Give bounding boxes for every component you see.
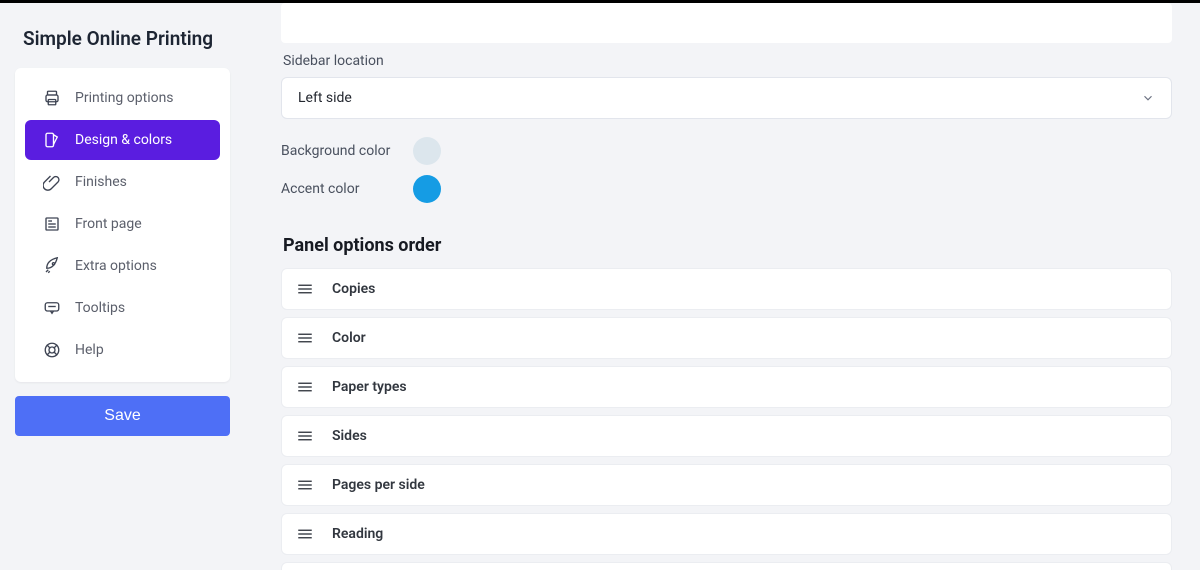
- sidebar-item-label: Front page: [75, 216, 142, 232]
- sidebar-item-printing-options[interactable]: Printing options: [25, 78, 220, 118]
- panel-order-label: Paper types: [332, 379, 407, 395]
- sidebar-location-value: Left side: [298, 90, 352, 106]
- sidebar-location-select[interactable]: Left side: [281, 77, 1172, 119]
- tooltip-icon: [43, 299, 61, 317]
- panel-order-item[interactable]: Copies: [281, 268, 1172, 310]
- sidebar-location-label: Sidebar location: [283, 53, 1172, 69]
- newspaper-icon: [43, 215, 61, 233]
- sidebar-nav: Printing options Design & colors Finishe…: [15, 68, 230, 382]
- sidebar-item-label: Help: [75, 342, 104, 358]
- drag-handle-icon[interactable]: [296, 331, 314, 345]
- sidebar-item-label: Printing options: [75, 90, 174, 106]
- background-color-row: Background color: [281, 137, 1172, 165]
- panel-order-item[interactable]: Finishes: [281, 562, 1172, 570]
- panel-order-item[interactable]: Sides: [281, 415, 1172, 457]
- sidebar-item-extra-options[interactable]: Extra options: [25, 246, 220, 286]
- panel-options-heading: Panel options order: [283, 235, 1172, 256]
- main-content: Sidebar location Left side Background co…: [277, 3, 1200, 570]
- panel-order-item[interactable]: Pages per side: [281, 464, 1172, 506]
- sidebar-item-tooltips[interactable]: Tooltips: [25, 288, 220, 328]
- sidebar-item-label: Tooltips: [75, 300, 125, 316]
- background-color-label: Background color: [281, 143, 399, 159]
- sidebar-item-design-colors[interactable]: Design & colors: [25, 120, 220, 160]
- app-title: Simple Online Printing: [15, 3, 230, 68]
- panel-order-label: Sides: [332, 428, 367, 444]
- drag-handle-icon[interactable]: [296, 527, 314, 541]
- drag-handle-icon[interactable]: [296, 380, 314, 394]
- layout-gutter: [245, 3, 277, 570]
- drag-handle-icon[interactable]: [296, 429, 314, 443]
- rocket-icon: [43, 257, 61, 275]
- drag-handle-icon[interactable]: [296, 478, 314, 492]
- printer-icon: [43, 89, 61, 107]
- sidebar-item-label: Finishes: [75, 174, 127, 190]
- sidebar: Simple Online Printing Printing options …: [0, 3, 245, 570]
- panel-order-label: Pages per side: [332, 477, 425, 493]
- panel-order-item[interactable]: Color: [281, 317, 1172, 359]
- background-color-swatch[interactable]: [413, 137, 441, 165]
- accent-color-row: Accent color: [281, 175, 1172, 203]
- chevron-down-icon: [1141, 91, 1155, 105]
- sidebar-item-help[interactable]: Help: [25, 330, 220, 370]
- panel-order-label: Reading: [332, 526, 383, 542]
- paperclip-icon: [43, 173, 61, 191]
- sidebar-item-label: Design & colors: [75, 132, 172, 148]
- accent-color-swatch[interactable]: [413, 175, 441, 203]
- save-button[interactable]: Save: [15, 396, 230, 436]
- lifebuoy-icon: [43, 341, 61, 359]
- panel-order-item[interactable]: Paper types: [281, 366, 1172, 408]
- panel-order-label: Copies: [332, 281, 375, 297]
- sidebar-item-front-page[interactable]: Front page: [25, 204, 220, 244]
- panel-order-label: Color: [332, 330, 366, 346]
- drag-handle-icon[interactable]: [296, 282, 314, 296]
- content-card-top: [281, 3, 1172, 43]
- sidebar-item-label: Extra options: [75, 258, 157, 274]
- palette-icon: [43, 131, 61, 149]
- panel-order-item[interactable]: Reading: [281, 513, 1172, 555]
- accent-color-label: Accent color: [281, 181, 399, 197]
- sidebar-item-finishes[interactable]: Finishes: [25, 162, 220, 202]
